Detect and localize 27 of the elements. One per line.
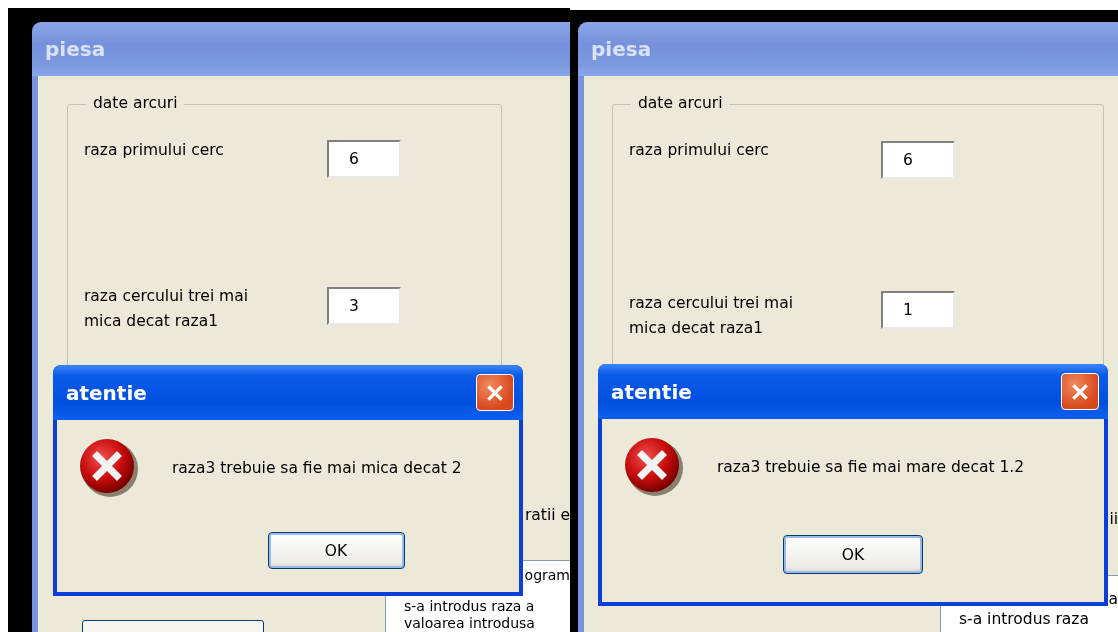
label-text: ratii e <box>524 506 570 524</box>
window-title: piesa <box>45 37 106 61</box>
field-label: raza primului cerc <box>629 140 770 161</box>
close-button[interactable] <box>1061 373 1099 410</box>
dialog-title: atentie <box>66 380 147 405</box>
input-field[interactable]: 1 <box>881 291 955 329</box>
error-icon <box>79 438 139 498</box>
text-line: s-a introdus raza <box>959 609 1090 629</box>
input-field[interactable]: 6 <box>327 140 401 178</box>
close-button[interactable] <box>476 374 514 411</box>
input-field[interactable]: 6 <box>881 141 955 179</box>
ok-button[interactable]: OK <box>267 532 405 569</box>
text-line: a <box>1107 589 1118 609</box>
field-label: raza cercului trei mai mica decat raza1 <box>84 286 249 332</box>
input-field[interactable]: 3 <box>327 287 401 325</box>
error-message: raza3 trebuie sa fie mai mica decat 2 <box>172 459 462 477</box>
error-icon <box>624 437 684 497</box>
label-text: ii <box>1109 510 1118 528</box>
dialog-title: atentie <box>611 379 692 404</box>
text-line: s-a introdus raza a <box>404 598 536 615</box>
text-line: valoarea introdusa <box>404 615 536 632</box>
error-message: raza3 trebuie sa fie mai mare decat 1.2 <box>717 458 1025 476</box>
field-label: raza cercului trei mai mica decat raza1 <box>629 293 794 339</box>
ok-button[interactable]: OK <box>783 535 923 574</box>
field-label: raza primului cerc <box>84 140 225 161</box>
window-title: piesa <box>591 37 652 61</box>
text-line: ogram <box>523 566 570 585</box>
